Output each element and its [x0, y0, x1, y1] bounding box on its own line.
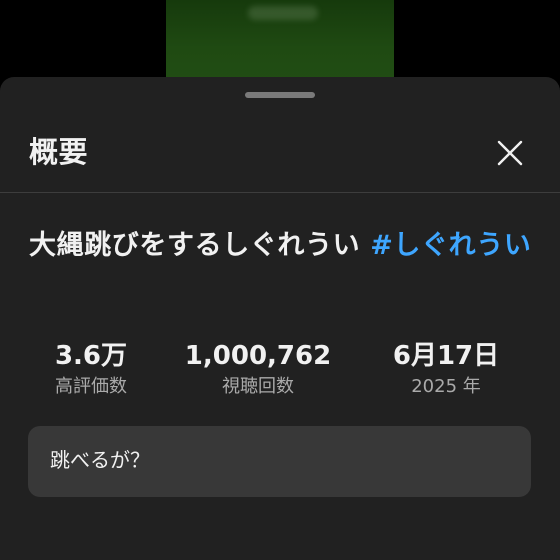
publish-date: 6月17日: [392, 341, 500, 371]
likes-stat: 3.6万 高評価数: [55, 339, 127, 400]
description-text: 跳べるが？: [50, 448, 150, 472]
panel-title: 概要: [29, 135, 89, 169]
drag-handle[interactable]: [245, 92, 315, 98]
screen: 概要 大縄跳びをするしぐれうい #しぐれうい 3.6万 高評価数 1,000,7…: [0, 0, 560, 560]
video-player[interactable]: [0, 0, 560, 80]
video-caption-blur: [248, 6, 318, 20]
video-frame[interactable]: [166, 0, 394, 80]
publish-year: 2025 年: [411, 376, 481, 397]
video-stats: 3.6万 高評価数 1,000,762 視聴回数 6月17日 2025 年: [0, 339, 560, 409]
close-icon: [497, 140, 523, 166]
likes-count: 3.6万: [54, 341, 128, 371]
likes-label: 高評価数: [55, 376, 127, 397]
views-label: 視聴回数: [221, 376, 294, 397]
header-divider: [0, 192, 560, 193]
views-count: 1,000,762: [184, 341, 332, 371]
hashtag-link[interactable]: #しぐれうい: [370, 230, 531, 261]
close-button[interactable]: [491, 134, 529, 172]
date-stat: 6月17日 2025 年: [393, 339, 499, 400]
description-panel: 概要 大縄跳びをするしぐれうい #しぐれうい 3.6万 高評価数 1,000,7…: [0, 77, 560, 560]
views-stat: 1,000,762 視聴回数: [185, 339, 331, 400]
description-box[interactable]: 跳べるが？: [28, 426, 531, 497]
video-title: 大縄跳びをするしぐれうい #しぐれうい: [29, 222, 539, 270]
video-title-text: 大縄跳びをするしぐれうい: [29, 230, 371, 261]
